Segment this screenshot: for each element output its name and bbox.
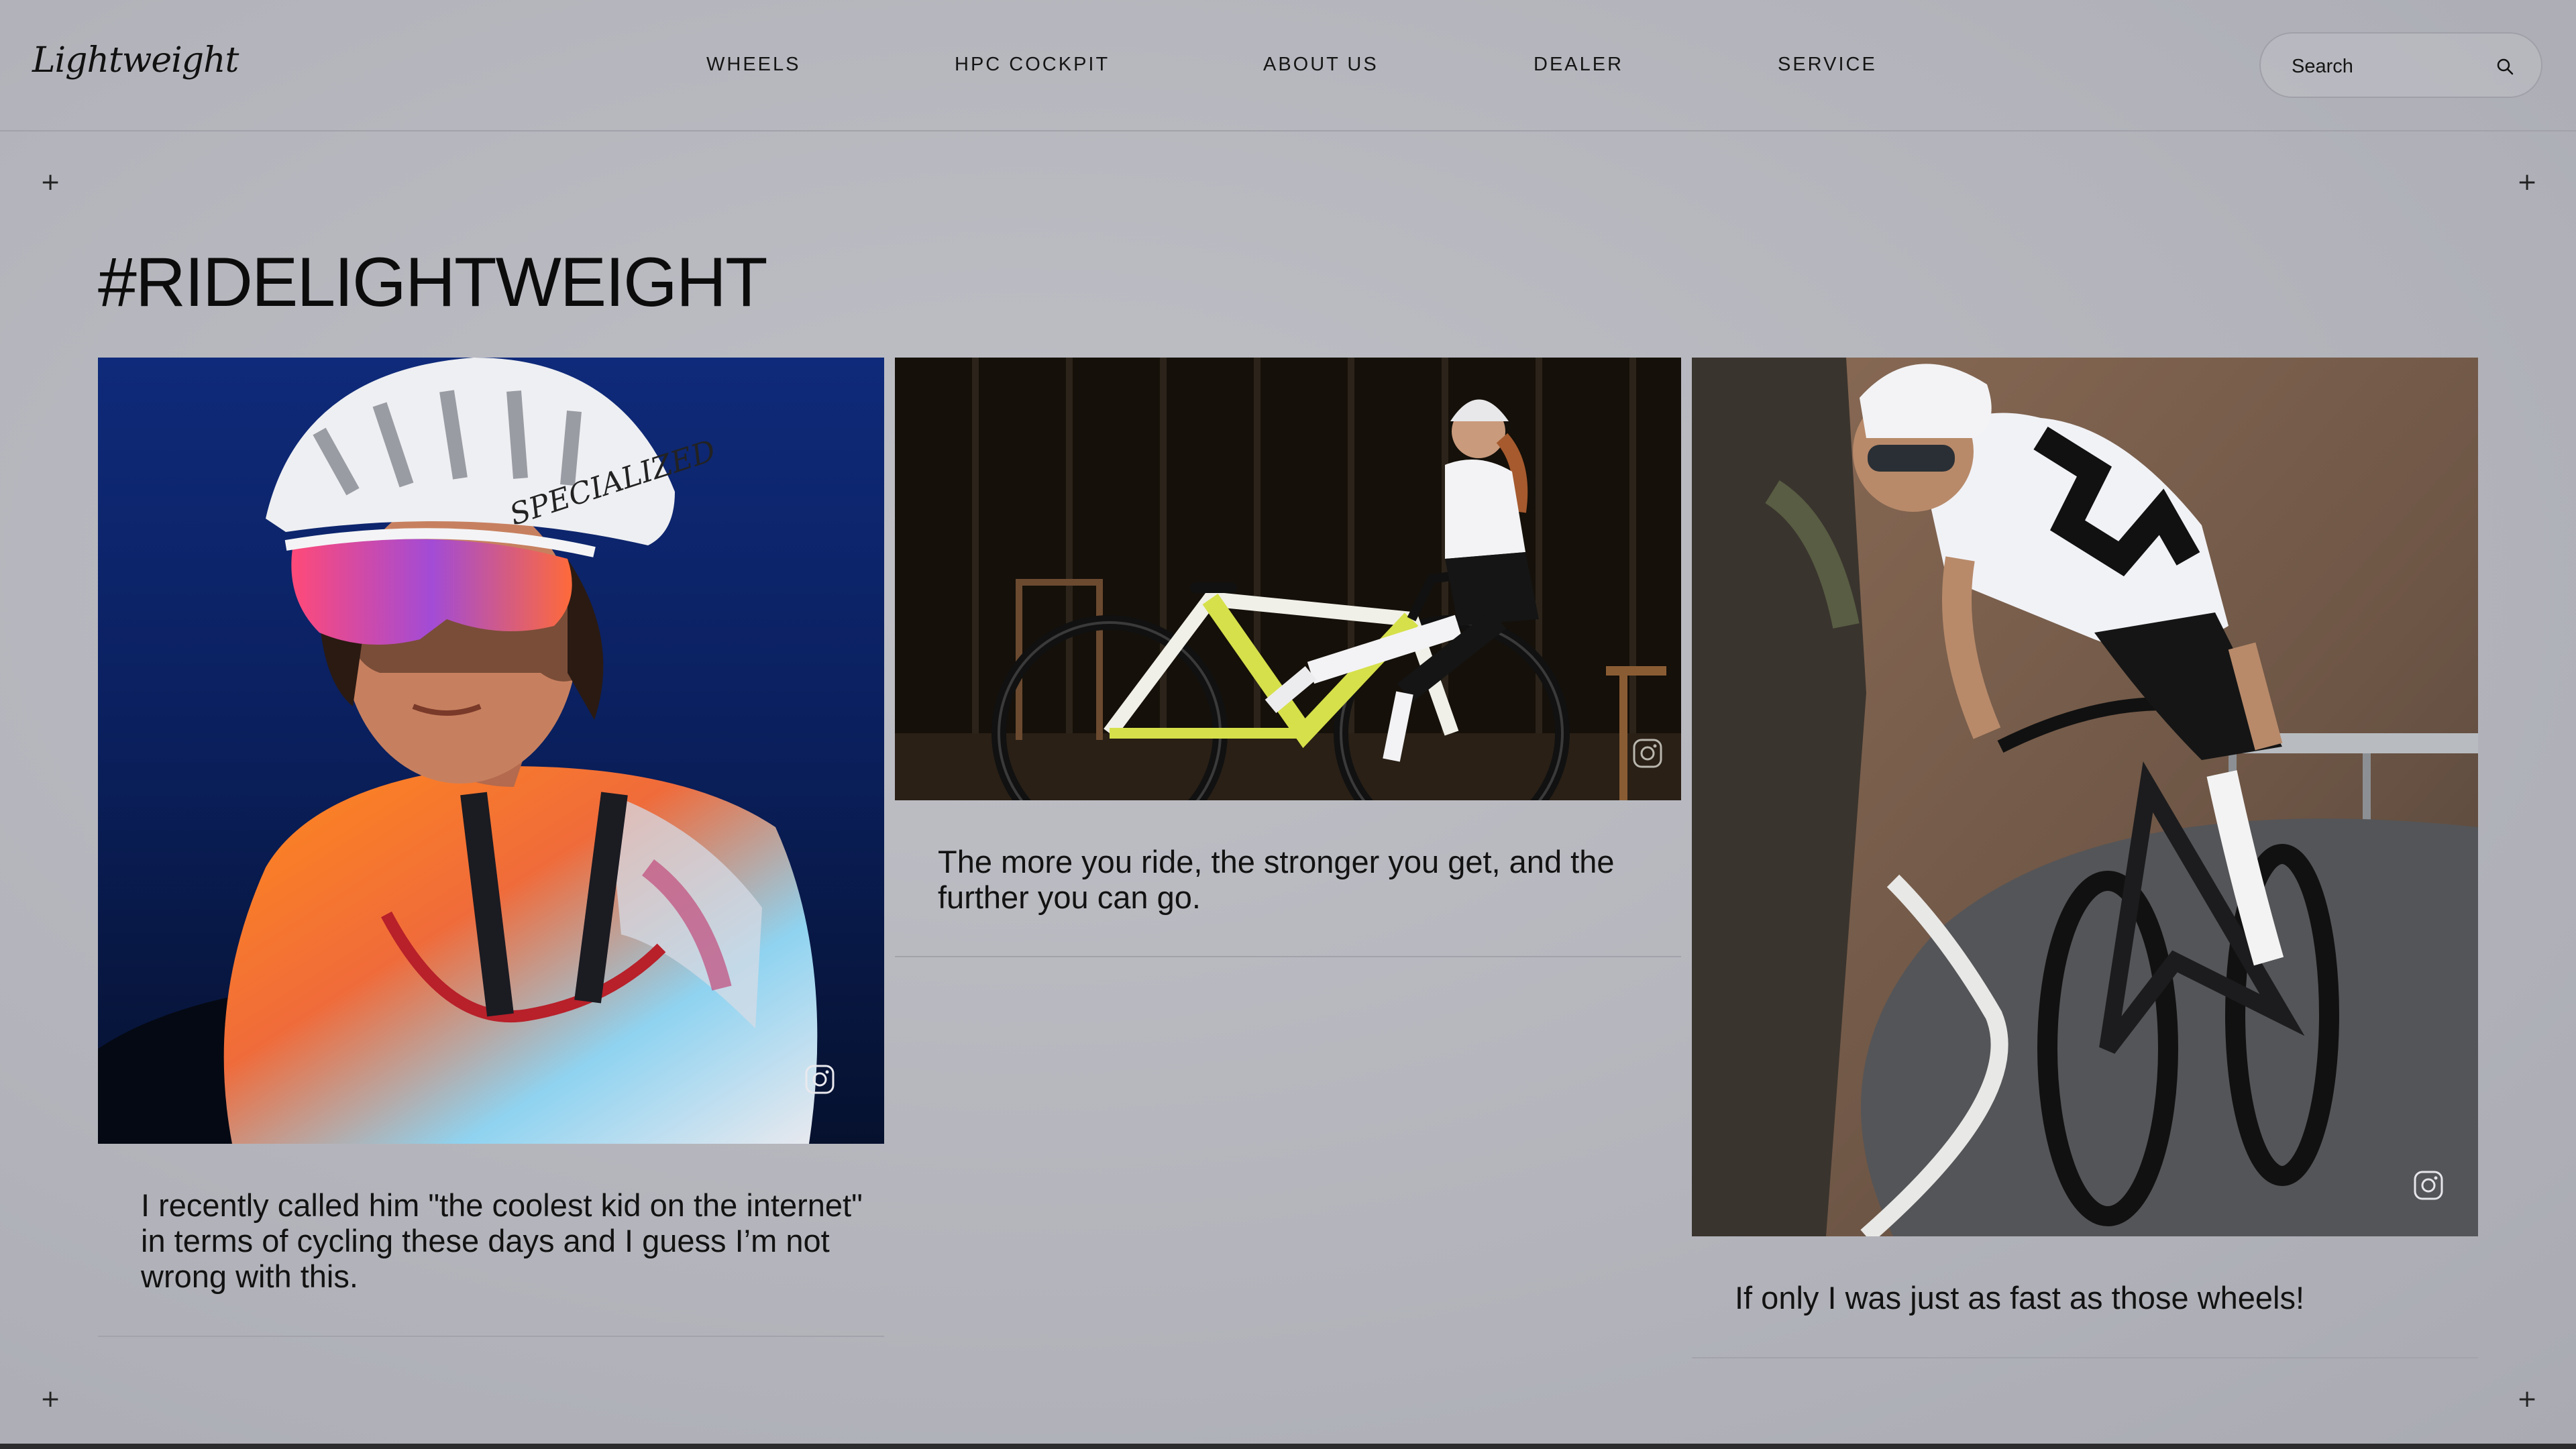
corner-plus-icon: + bbox=[2517, 1385, 2538, 1413]
post-photo-2[interactable] bbox=[895, 358, 1681, 800]
post-caption-1: I recently called him "the coolest kid o… bbox=[141, 1187, 863, 1294]
post-caption-3: If only I was just as fast as those whee… bbox=[1735, 1280, 2305, 1316]
search-icon[interactable] bbox=[2494, 56, 2516, 77]
instagram-icon[interactable] bbox=[804, 1063, 836, 1095]
brand-logo[interactable]: Lightweight bbox=[32, 40, 239, 80]
post-divider-2 bbox=[895, 956, 1681, 957]
post-photo-1-image: SPECIALIZED bbox=[98, 358, 884, 1144]
page-title: #RIDELIGHTWEIGHT bbox=[98, 244, 768, 321]
nav-item-dealer[interactable]: DEALER bbox=[1534, 54, 1623, 76]
nav-item-hpc-cockpit[interactable]: HPC COCKPIT bbox=[955, 54, 1110, 76]
post-divider-1 bbox=[98, 1336, 884, 1337]
search-box[interactable] bbox=[2259, 32, 2542, 98]
nav-item-about-us[interactable]: ABOUT US bbox=[1263, 54, 1379, 76]
post-photo-3-image bbox=[1692, 358, 2478, 1236]
search-input[interactable] bbox=[2292, 50, 2493, 83]
next-section-edge bbox=[0, 1444, 2576, 1449]
site-header: Lightweight WHEELS HPC COCKPIT ABOUT US … bbox=[0, 0, 2576, 131]
post-photo-3[interactable] bbox=[1692, 358, 2478, 1236]
post-caption-2: The more you ride, the stronger you get,… bbox=[938, 844, 1615, 915]
post-divider-3 bbox=[1692, 1357, 2478, 1358]
corner-plus-icon: + bbox=[40, 1385, 61, 1413]
corner-plus-icon: + bbox=[40, 168, 61, 196]
post-photo-2-image bbox=[895, 358, 1681, 800]
instagram-icon[interactable] bbox=[2412, 1169, 2445, 1201]
instagram-icon[interactable] bbox=[1631, 737, 1664, 769]
post-photo-1[interactable]: SPECIALIZED bbox=[98, 358, 884, 1144]
corner-plus-icon: + bbox=[2517, 168, 2538, 196]
nav-item-service[interactable]: SERVICE bbox=[1778, 54, 1877, 76]
nav-item-wheels[interactable]: WHEELS bbox=[706, 54, 800, 76]
